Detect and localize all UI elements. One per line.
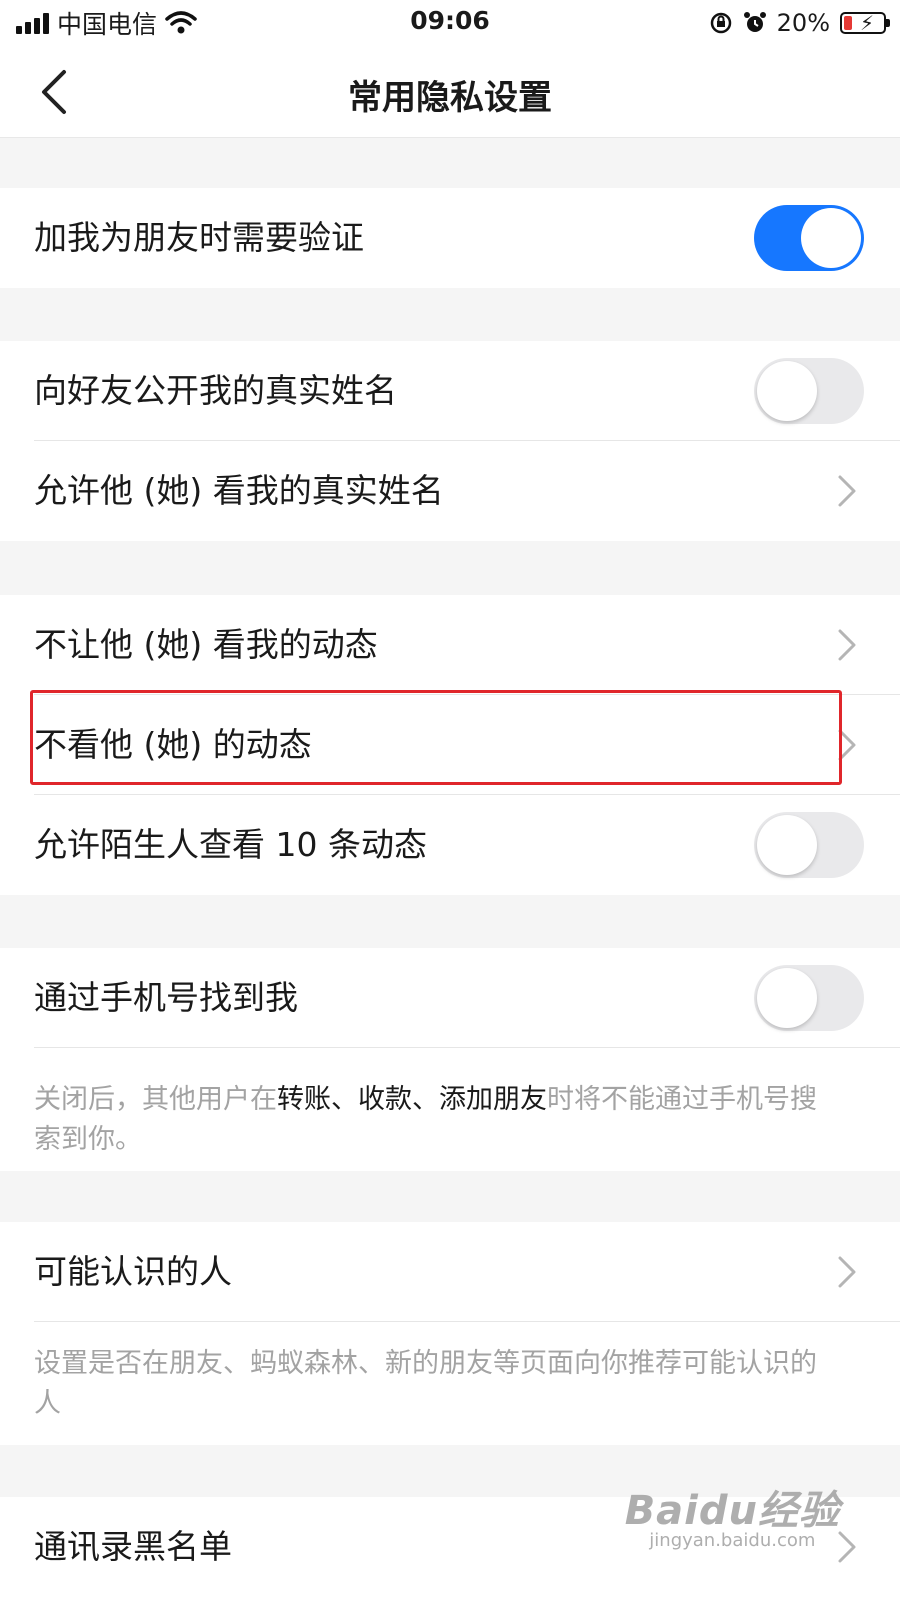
phone-search-note: 关闭后，其他用户在转账、收款、添加朋友时将不能通过手机号搜索到你。 <box>34 1084 817 1155</box>
chevron-right-icon <box>838 629 856 661</box>
stranger-moments-row: 允许陌生人查看 10 条动态 <box>0 795 900 895</box>
group-phone-search: 通过手机号找到我 关闭后，其他用户在转账、收款、添加朋友时将不能通过手机号搜索到… <box>0 948 900 1171</box>
group-recommend: 可能认识的人 设置是否在朋友、蚂蚁森林、新的朋友等页面向你推荐可能认识的人 <box>0 1222 900 1445</box>
people-you-may-know-row[interactable]: 可能认识的人 <box>0 1222 900 1322</box>
battery-percent: 20% <box>776 9 830 37</box>
chevron-right-icon <box>838 729 856 761</box>
stranger-moments-toggle[interactable] <box>754 812 864 878</box>
rotation-lock-icon <box>710 12 731 34</box>
show-real-name-label: 向好友公开我的真实姓名 <box>34 371 397 410</box>
allow-view-real-name-row[interactable]: 允许他 (她) 看我的真实姓名 <box>0 441 900 541</box>
battery-icon: ⚡ <box>840 11 890 35</box>
stranger-moments-label: 允许陌生人查看 10 条动态 <box>34 825 427 864</box>
watermark-url: jingyan.baidu.com <box>649 1530 816 1551</box>
hide-my-moments-label: 不让他 (她) 看我的动态 <box>34 625 378 664</box>
show-real-name-row: 向好友公开我的真实姓名 <box>0 341 900 441</box>
group-real-name: 向好友公开我的真实姓名 允许他 (她) 看我的真实姓名 <box>0 341 900 541</box>
find-by-phone-toggle[interactable] <box>754 965 864 1031</box>
baidu-watermark: Baidu经验 jingyan.baidu.com <box>625 1478 840 1551</box>
friend-verify-row: 加我为朋友时需要验证 <box>0 188 900 288</box>
chevron-right-icon <box>838 475 856 507</box>
hide-their-moments-row[interactable]: 不看他 (她) 的动态 <box>0 695 900 795</box>
group-moments: 不让他 (她) 看我的动态 不看他 (她) 的动态 允许陌生人查看 10 条动态 <box>0 595 900 895</box>
contacts-blacklist-label: 通讯录黑名单 <box>34 1527 232 1566</box>
friend-verify-label: 加我为朋友时需要验证 <box>34 218 364 257</box>
chevron-right-icon <box>838 1256 856 1288</box>
page-title: 常用隐私设置 <box>348 78 552 118</box>
people-you-may-know-label: 可能认识的人 <box>34 1252 232 1291</box>
allow-view-real-name-label: 允许他 (她) 看我的真实姓名 <box>34 471 444 510</box>
find-by-phone-row: 通过手机号找到我 <box>0 948 900 1048</box>
group-verification: 加我为朋友时需要验证 <box>0 188 900 288</box>
hide-my-moments-row[interactable]: 不让他 (她) 看我的动态 <box>0 595 900 695</box>
recommend-note: 设置是否在朋友、蚂蚁森林、新的朋友等页面向你推荐可能认识的人 <box>34 1348 817 1419</box>
watermark-logo: Baidu经验 <box>624 1488 840 1534</box>
nav-bar: 常用隐私设置 <box>0 46 900 138</box>
friend-verify-toggle[interactable] <box>754 205 864 271</box>
show-real-name-toggle[interactable] <box>754 358 864 424</box>
find-by-phone-label: 通过手机号找到我 <box>34 978 298 1017</box>
alarm-icon <box>743 12 766 32</box>
status-bar: 中国电信 09:06 20% ⚡ <box>0 0 900 46</box>
hide-their-moments-label: 不看他 (她) 的动态 <box>34 725 312 764</box>
